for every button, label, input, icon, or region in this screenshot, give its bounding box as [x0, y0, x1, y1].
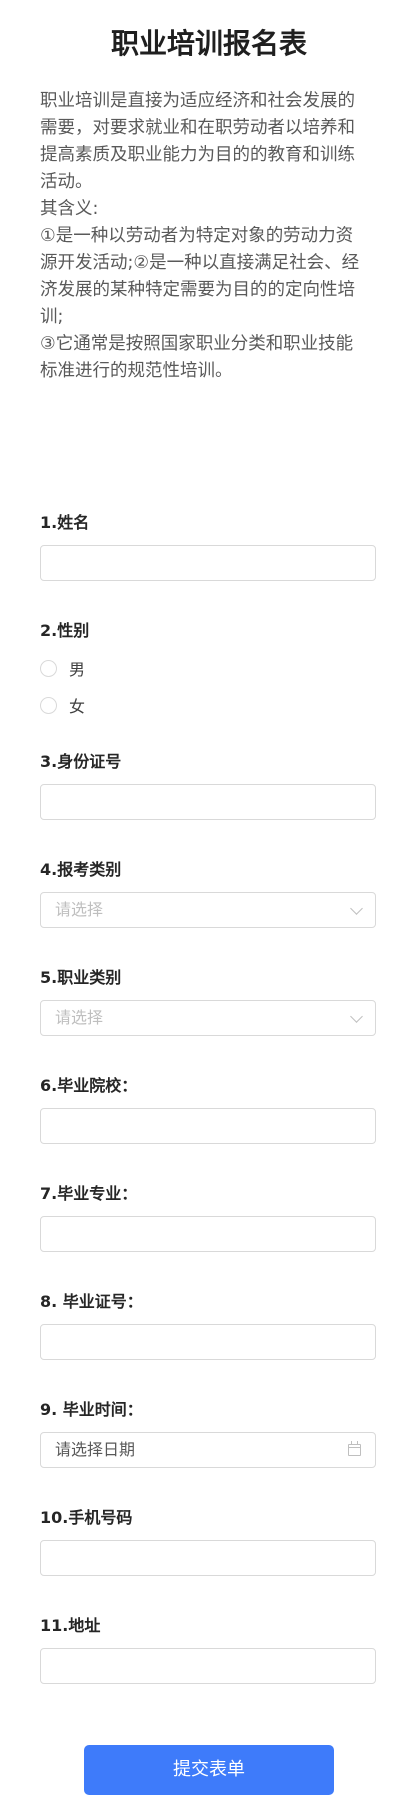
school-label: 6.毕业院校： — [40, 1076, 138, 1095]
gender-option-label: 男 — [69, 660, 86, 679]
name-label: 1.姓名 — [40, 513, 90, 532]
gender-option-female[interactable]: 女 — [40, 694, 85, 716]
major-input[interactable] — [40, 1216, 376, 1252]
grad-date-placeholder: 请选择日期 — [55, 1440, 136, 1459]
gender-option-male[interactable]: 男 — [40, 657, 85, 679]
phone-input[interactable] — [40, 1540, 376, 1576]
job-category-placeholder: 请选择 — [55, 1008, 104, 1027]
radio-circle-icon[interactable] — [40, 696, 57, 714]
job-category-label: 5.职业类别 — [40, 968, 122, 987]
name-input[interactable] — [40, 545, 376, 581]
intro-paragraph: ①是一种以劳动者为特定对象的劳动力资源开发活动;②是一种以直接满足社会、经济发展… — [40, 226, 360, 327]
grad-date-label: 9. 毕业时间： — [40, 1400, 143, 1419]
phone-label: 10.手机号码 — [40, 1508, 133, 1527]
grad-date-picker[interactable]: 请选择日期 — [40, 1432, 376, 1468]
cert-number-label: 8. 毕业证号： — [40, 1292, 143, 1311]
exam-category-select[interactable]: 请选择 — [40, 892, 376, 928]
school-input[interactable] — [40, 1108, 376, 1144]
job-category-select[interactable]: 请选择 — [40, 1000, 376, 1036]
form-description: 职业培训是直接为适应经济和社会发展的需要，对要求就业和在职劳动者以培养和提高素质… — [40, 88, 370, 385]
gender-option-label: 女 — [69, 697, 86, 716]
form-page: 职业培训报名表 职业培训是直接为适应经济和社会发展的需要，对要求就业和在职劳动者… — [0, 0, 418, 1815]
radio-circle-icon[interactable] — [40, 659, 57, 677]
intro-paragraph: ③它通常是按照国家职业分类和职业技能标准进行的规范性培训。 — [40, 334, 354, 381]
intro-paragraph: 其含义: — [40, 199, 99, 219]
id-number-label: 3.身份证号 — [40, 752, 122, 771]
intro-paragraph: 职业培训是直接为适应经济和社会发展的需要，对要求就业和在职劳动者以培养和提高素质… — [40, 91, 355, 192]
cert-number-input[interactable] — [40, 1324, 376, 1360]
exam-category-label: 4.报考类别 — [40, 860, 122, 879]
page-title: 职业培训报名表 — [110, 27, 307, 60]
address-input[interactable] — [40, 1648, 376, 1684]
address-label: 11.地址 — [40, 1616, 101, 1635]
exam-category-placeholder: 请选择 — [55, 900, 104, 919]
major-label: 7.毕业专业： — [40, 1184, 138, 1203]
chevron-down-icon — [350, 1010, 363, 1023]
gender-label: 2.性别 — [40, 621, 90, 640]
id-number-input[interactable] — [40, 784, 376, 820]
chevron-down-icon — [350, 902, 363, 915]
calendar-icon — [348, 1441, 361, 1456]
submit-button[interactable]: 提交表单 — [84, 1745, 334, 1795]
